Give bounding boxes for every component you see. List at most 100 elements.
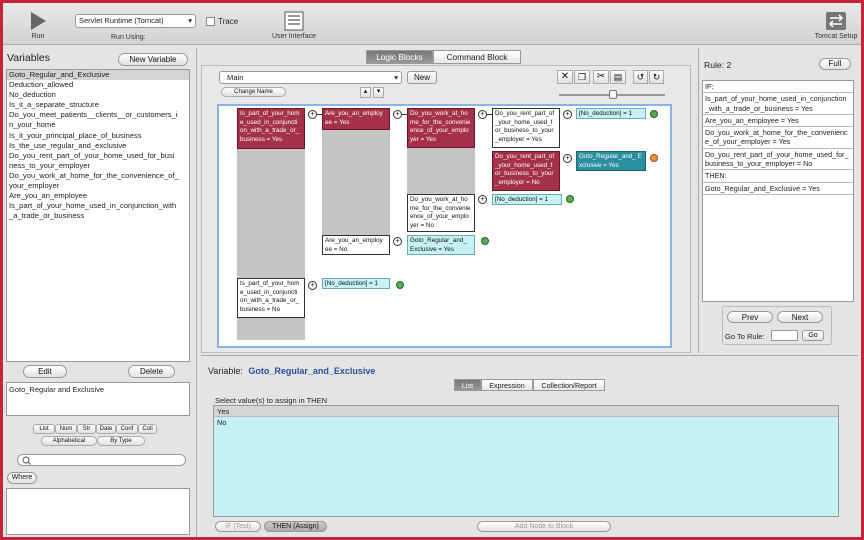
cut-button[interactable]: ✂ xyxy=(593,70,609,84)
undo-button[interactable]: ↺ xyxy=(633,70,648,84)
filter-coll-button[interactable]: Coll xyxy=(138,424,157,434)
filter-list-button[interactable]: List xyxy=(33,424,55,434)
runtime-select[interactable]: Servlet Runtime (Tomcat) ▾ xyxy=(75,14,196,28)
action-node[interactable]: [No_deduction] = 1 xyxy=(576,108,646,119)
tab-logic-blocks[interactable]: Logic Blocks xyxy=(366,50,433,64)
variable-search-input[interactable] xyxy=(17,454,186,466)
horizontal-divider[interactable] xyxy=(201,355,858,356)
if-test-button[interactable]: IF (Test) xyxy=(215,521,261,532)
variables-title: Variables xyxy=(7,52,50,64)
logic-node[interactable]: Are_you_an_employ ee = No xyxy=(322,235,390,255)
next-rule-button[interactable]: Next xyxy=(777,311,823,323)
user-interface-button[interactable]: User Interface xyxy=(269,11,319,40)
connector-icon[interactable]: + xyxy=(308,110,317,119)
add-node-button[interactable]: Add Node to Block xyxy=(477,521,611,532)
tomcat-setup-label: Tomcat Setup xyxy=(814,33,858,40)
variable-list-item[interactable]: Do_you_work_at_home_for_the_convenience_… xyxy=(7,171,189,181)
action-node[interactable]: [No_deduction] = 1 xyxy=(492,194,562,205)
go-rule-button[interactable]: Go xyxy=(802,330,824,341)
variable-list-item[interactable]: Is_part_of_your_home_used_in_conjunction… xyxy=(7,201,189,211)
rule-row: Do_you_work_at_home_for_the_convenienc e… xyxy=(703,127,853,149)
logic-node[interactable]: Do_you_work_at_ho me_for_the_convenie en… xyxy=(407,194,475,232)
right-divider[interactable] xyxy=(698,48,699,353)
variable-list-item[interactable]: Is_it_a_separate_structure xyxy=(7,100,189,110)
connector-icon[interactable]: + xyxy=(308,281,317,290)
action-node[interactable]: Goto_Regular_and_ Exclusive = Yes xyxy=(407,235,475,255)
logic-node[interactable]: Do_you_rent_part_of _your_home_used_f or… xyxy=(492,108,560,148)
variable-label: Variable: xyxy=(208,366,243,376)
variable-description[interactable]: Goto_Regular and Exclusive xyxy=(6,382,190,416)
arrow-down-icon: ▾ xyxy=(376,88,381,95)
variable-list-item[interactable]: Is_it_your_principal_place_of_business xyxy=(7,131,189,141)
variable-list-item[interactable]: Is_the_use_regular_and_exclusive xyxy=(7,141,189,151)
paste-button[interactable]: ▤ xyxy=(610,70,626,84)
move-up-button[interactable]: ▴ xyxy=(360,87,371,98)
then-assign-button[interactable]: THEN (Assign) xyxy=(264,521,327,532)
user-interface-label: User Interface xyxy=(272,33,316,40)
delete-node-button[interactable]: ✕ xyxy=(557,70,573,84)
tab-expression[interactable]: Expression xyxy=(481,379,533,391)
prev-rule-button[interactable]: Prev xyxy=(727,311,773,323)
change-name-button[interactable]: Change Name xyxy=(221,87,286,97)
logic-node[interactable]: Do_you_rent_part_of _your_home_used_f or… xyxy=(492,151,560,191)
logic-canvas[interactable]: Is_part_of_your_hom e_used_in_conjuncti … xyxy=(217,104,672,348)
value-list[interactable]: Yes No xyxy=(213,405,839,517)
logic-node[interactable]: Is_part_of_your_hom e_used_in_conjuncti … xyxy=(237,108,305,149)
redo-button[interactable]: ↻ xyxy=(649,70,664,84)
variables-list[interactable]: Goto_Regular_and_Exclusive Deduction_allo… xyxy=(6,69,190,362)
variable-list-item[interactable]: Goto_Regular_and_Exclusive xyxy=(7,70,189,81)
scissors-icon: ✂ xyxy=(596,71,606,82)
end-icon xyxy=(396,281,404,289)
connector-icon[interactable]: + xyxy=(563,154,572,163)
go-to-rule-input[interactable] xyxy=(771,330,798,341)
block-select[interactable]: Main ▾ xyxy=(219,71,402,84)
logic-node[interactable]: Do_you_work_at_ho me_for_the_convenie en… xyxy=(407,108,475,148)
filter-conf-button[interactable]: Conf xyxy=(116,424,138,434)
tomcat-setup-button[interactable]: Tomcat Setup xyxy=(811,11,861,40)
tab-command-block[interactable]: Command Block xyxy=(433,50,521,64)
variable-list-item[interactable]: Do_you_rent_part_of_your_home_used_for_b… xyxy=(7,151,189,161)
tab-list[interactable]: List xyxy=(454,379,481,391)
run-button[interactable]: Run xyxy=(23,11,53,40)
variable-list-item[interactable]: Are_you_an_employee xyxy=(7,191,189,201)
logic-node[interactable]: Are_you_an_employ ee = Yes xyxy=(322,108,390,130)
sort-by-type-button[interactable]: By Type xyxy=(97,436,145,446)
variable-list-item[interactable]: _a_trade_or_business xyxy=(7,211,189,221)
connector-icon[interactable]: + xyxy=(393,110,402,119)
connector-icon[interactable]: + xyxy=(393,237,402,246)
filter-str-button[interactable]: Str xyxy=(77,424,96,434)
variable-list-item[interactable]: Do_you_meet_patients__clients__or_custom… xyxy=(7,110,189,120)
rule-row: Are_you_an_employee = Yes xyxy=(703,115,853,128)
copy-button[interactable]: ❐ xyxy=(574,70,590,84)
variable-list-item[interactable]: your_employer xyxy=(7,181,189,191)
filter-date-button[interactable]: Date xyxy=(96,424,116,434)
delete-variable-button[interactable]: Delete xyxy=(128,365,175,378)
zoom-slider-handle[interactable] xyxy=(609,90,617,99)
variable-name: Goto_Regular_and_Exclusive xyxy=(248,366,376,376)
sort-alphabetical-button[interactable]: Alphabetical xyxy=(41,436,97,446)
value-option-yes[interactable]: Yes xyxy=(214,406,838,417)
tab-collection-report[interactable]: Collection/Report xyxy=(533,379,605,391)
connector-icon[interactable]: + xyxy=(563,110,572,119)
edit-variable-button[interactable]: Edit xyxy=(23,365,67,378)
connector-icon[interactable]: + xyxy=(478,195,487,204)
move-down-button[interactable]: ▾ xyxy=(373,87,384,98)
end-icon xyxy=(566,195,574,203)
variable-list-item[interactable]: Deduction_allowed xyxy=(7,80,189,90)
new-variable-button[interactable]: New Variable xyxy=(118,53,188,66)
value-option-no[interactable]: No xyxy=(214,417,838,428)
new-block-button[interactable]: New xyxy=(407,71,437,84)
where-button[interactable]: Where xyxy=(7,472,37,484)
connector-icon[interactable]: + xyxy=(478,110,487,119)
vertical-divider[interactable] xyxy=(196,48,197,537)
redo-icon: ↻ xyxy=(652,72,661,82)
variable-list-item[interactable]: n_your_home xyxy=(7,120,189,130)
action-node[interactable]: Goto_Regular_and_ Exclusive = Yes xyxy=(576,151,646,171)
action-node[interactable]: [No_deduction] = 1 xyxy=(322,278,390,289)
filter-num-button[interactable]: Num xyxy=(55,424,77,434)
logic-node[interactable]: Is_part_of_your_hom e_used_in_conjuncti … xyxy=(237,278,305,318)
variable-list-item[interactable]: ness_to_your_employer xyxy=(7,161,189,171)
variable-list-item[interactable]: No_deduction xyxy=(7,90,189,100)
full-rule-button[interactable]: Full xyxy=(819,58,851,70)
trace-checkbox[interactable] xyxy=(206,17,215,26)
